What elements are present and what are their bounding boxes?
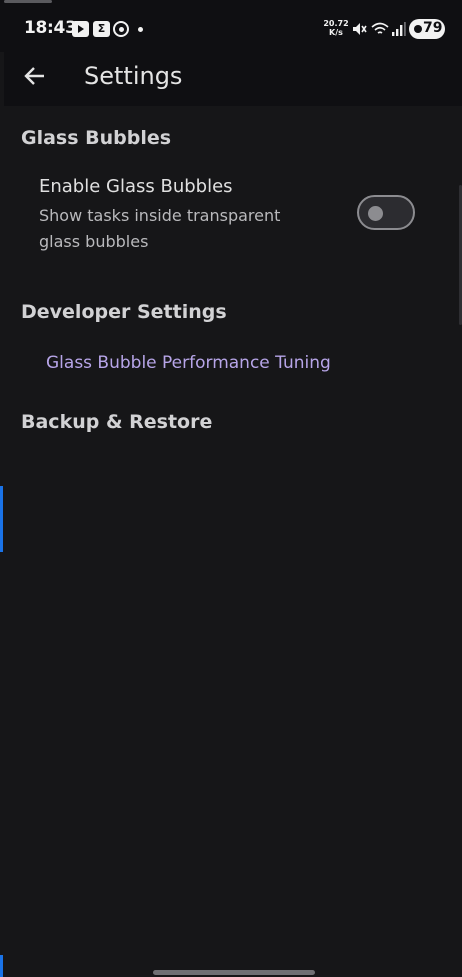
edge-accent — [0, 955, 3, 977]
mute-icon — [353, 23, 367, 35]
status-time: 18:43 — [24, 18, 77, 38]
net-speed-value: 20.72 — [323, 19, 349, 28]
edge-accent — [0, 486, 3, 552]
youtube-icon — [72, 21, 89, 37]
section-header-developer-settings: Developer Settings — [21, 301, 227, 323]
net-speed: 20.72 K/s — [323, 19, 349, 37]
settings-screen: 18:43 Σ 20.72 K/s 79 Settings Glass Bubb… — [0, 0, 462, 977]
signal-icon — [392, 22, 406, 36]
toggle-knob — [368, 206, 383, 221]
setting-description: Show tasks inside transparent glass bubb… — [39, 206, 281, 251]
status-bar: 18:43 Σ 20.72 K/s 79 — [0, 0, 462, 52]
top-edge-line — [4, 0, 52, 3]
whatsapp-icon — [113, 21, 129, 37]
app-bar: Settings — [4, 52, 462, 106]
wifi-icon — [371, 22, 389, 34]
battery-level: 79 — [423, 20, 443, 36]
battery-saver-icon — [414, 25, 422, 33]
page-title: Settings — [84, 62, 183, 90]
glass-bubble-performance-tuning-link[interactable]: Glass Bubble Performance Tuning — [46, 353, 331, 373]
section-header-backup-restore[interactable]: Backup & Restore — [21, 411, 212, 433]
glass-bubbles-toggle[interactable] — [357, 195, 415, 230]
setting-title: Enable Glass Bubbles — [39, 176, 233, 197]
battery-indicator: 79 — [409, 19, 445, 39]
gesture-navigation-handle[interactable] — [153, 970, 315, 975]
sigma-app-icon: Σ — [93, 21, 110, 37]
back-arrow-icon[interactable] — [20, 62, 48, 90]
net-speed-unit: K/s — [329, 28, 343, 37]
dot-icon — [138, 27, 143, 32]
section-header-glass-bubbles: Glass Bubbles — [21, 127, 172, 149]
